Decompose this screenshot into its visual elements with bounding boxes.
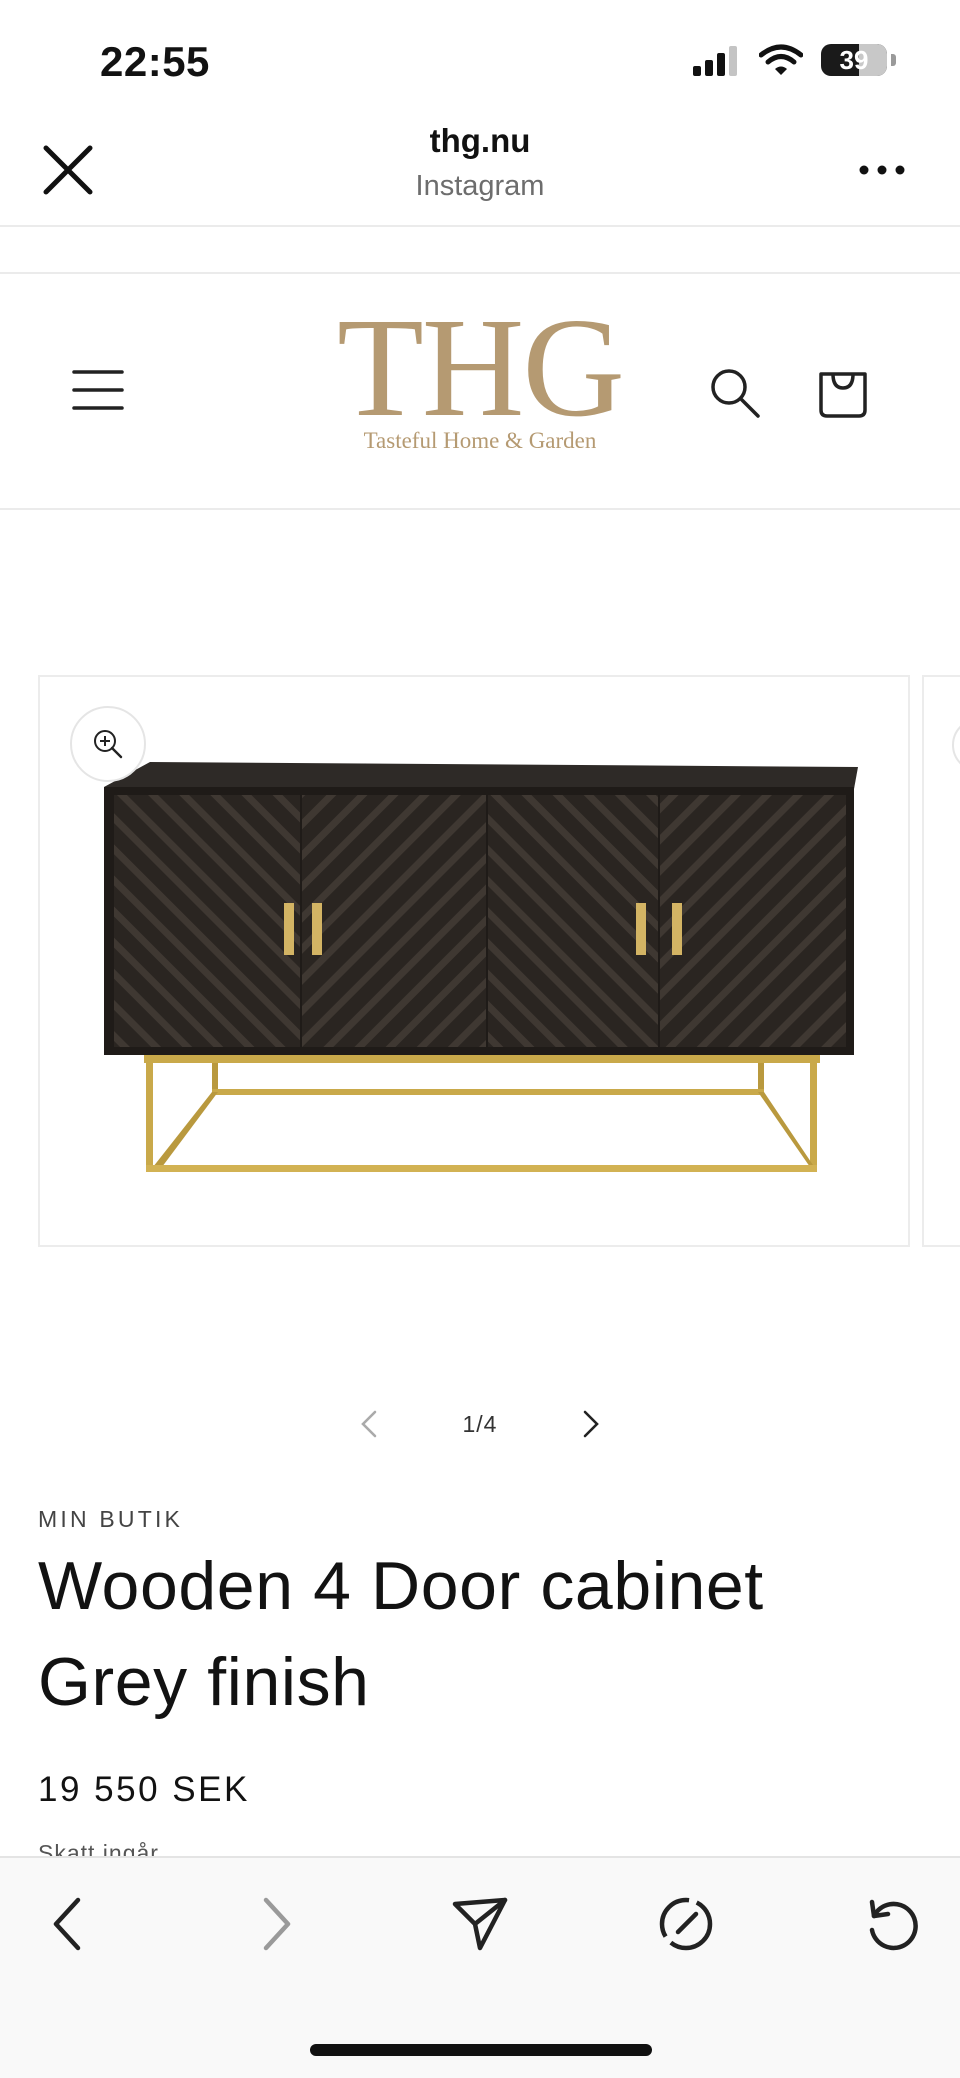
vendor-label: MIN BUTIK [38, 1506, 184, 1532]
gallery-counter: 1/4 [462, 1410, 498, 1437]
reload-button[interactable] [860, 1892, 924, 1956]
menu-icon[interactable] [70, 362, 126, 418]
open-in-browser-button[interactable] [654, 1892, 718, 1956]
more-dots-icon[interactable] [852, 150, 912, 190]
product-image-frame[interactable] [38, 675, 910, 1247]
site-source: Instagram [415, 170, 545, 202]
search-icon[interactable] [706, 364, 762, 420]
compass-icon [659, 1897, 713, 1951]
zoom-in-icon [94, 730, 123, 759]
chevron-left-icon [360, 1410, 376, 1438]
site-domain: thg.nu [429, 122, 531, 159]
divider [0, 272, 960, 274]
reload-icon [869, 1899, 918, 1951]
forward-button[interactable] [244, 1892, 308, 1956]
cart-icon[interactable] [815, 360, 871, 420]
store-logo[interactable]: THG Tasteful Home & Garden [300, 288, 660, 454]
gallery-pagination: 1/4 [0, 1400, 960, 1448]
home-indicator[interactable] [310, 2044, 652, 2056]
product-image [104, 762, 858, 1172]
forward-arrow-icon [263, 1897, 291, 1951]
next-image-preview[interactable] [922, 675, 960, 1247]
status-icons: 39 [693, 44, 896, 76]
product-title: Wooden 4 Door cabinet Grey finish [38, 1538, 898, 1730]
product-title-line2: Grey finish [38, 1644, 370, 1720]
wifi-icon [759, 44, 803, 75]
cellular-signal-icon [693, 46, 737, 76]
zoom-button[interactable] [70, 706, 146, 782]
status-time: 22:55 [100, 38, 210, 85]
divider [0, 225, 960, 227]
prev-image-button[interactable] [349, 1400, 389, 1448]
next-image-button[interactable] [571, 1400, 611, 1448]
logo-main: THG [337, 288, 625, 446]
battery-level: 39 [839, 44, 869, 75]
divider [0, 508, 960, 510]
product-title-line1: Wooden 4 Door cabinet [38, 1548, 764, 1624]
product-price: 19 550 SEK [38, 1770, 250, 1809]
battery-icon: 39 [821, 44, 887, 76]
back-button[interactable] [36, 1892, 100, 1956]
share-icon [452, 1897, 508, 1951]
back-arrow-icon [53, 1897, 81, 1951]
chevron-right-icon [584, 1410, 600, 1438]
battery-cap [891, 54, 896, 66]
share-button[interactable] [448, 1892, 512, 1956]
